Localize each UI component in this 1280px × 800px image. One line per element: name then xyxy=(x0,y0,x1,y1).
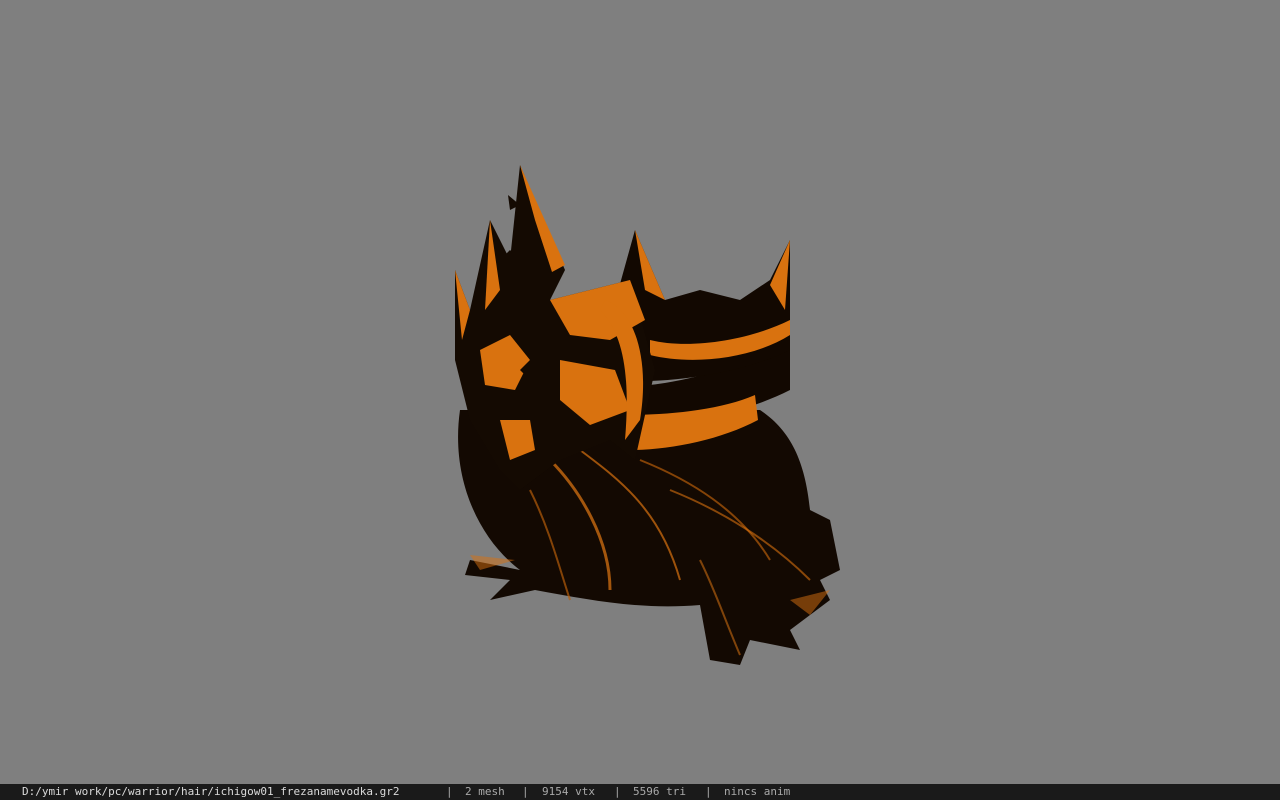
status-separator: | xyxy=(446,785,453,798)
crown-front xyxy=(455,165,655,490)
file-path: D:/ymir work/pc/warrior/hair/ichigow01_f… xyxy=(22,785,400,798)
3d-viewport[interactable] xyxy=(0,0,1280,784)
status-separator: | xyxy=(614,785,621,798)
animation-status: nincs anim xyxy=(724,785,791,798)
hair-crown-model[interactable] xyxy=(440,160,850,670)
mesh-count: 2 mesh xyxy=(465,785,505,798)
status-separator: | xyxy=(705,785,712,798)
vertex-count: 9154 vtx xyxy=(542,785,595,798)
status-separator: | xyxy=(522,785,529,798)
status-bar: D:/ymir work/pc/warrior/hair/ichigow01_f… xyxy=(0,784,1280,800)
triangle-count: 5596 tri xyxy=(633,785,686,798)
